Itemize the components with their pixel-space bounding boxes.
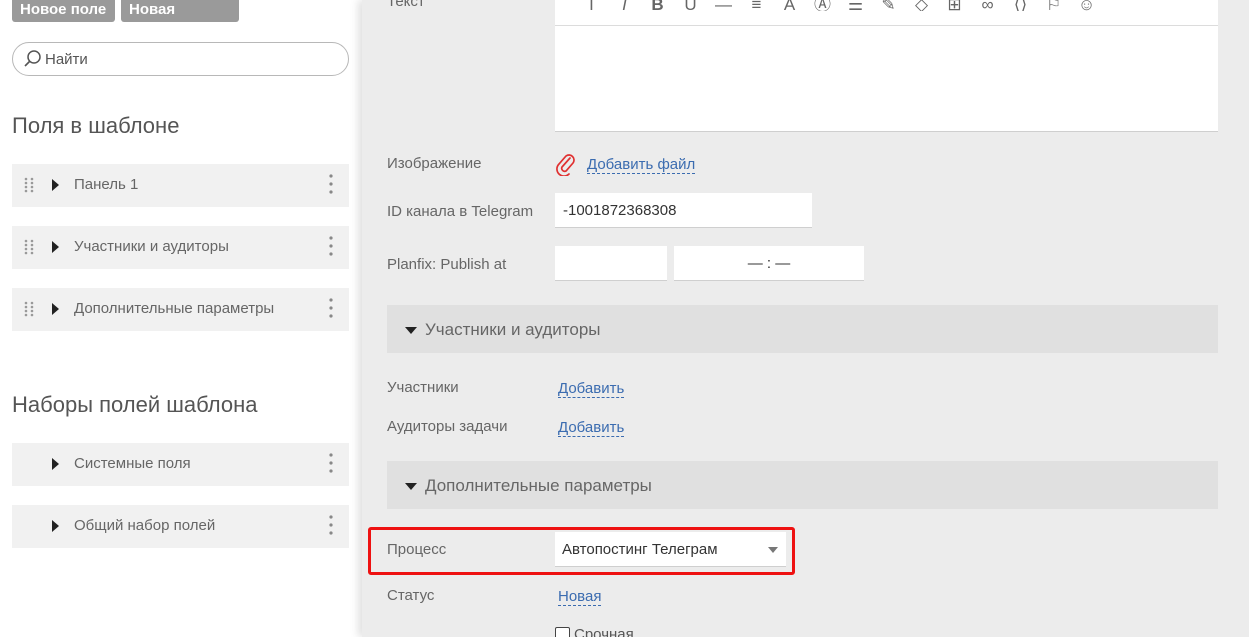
kebab-menu-icon[interactable] [329,236,333,256]
panel-title: Дополнительные параметры [425,476,652,495]
font-size-icon[interactable]: T [577,0,606,11]
drag-handle-icon[interactable] [24,301,34,317]
add-auditor-link[interactable]: Добавить [558,419,625,437]
extra-params-panel-header[interactable]: Дополнительные параметры [387,461,1218,509]
strikethrough-icon[interactable]: — [709,0,738,11]
participants-label: Участники [387,379,459,396]
expand-caret-icon[interactable] [52,179,59,191]
editor-toolbar: T I B U — ≡ A Ⓐ ☰ ✎ ◇ ⊞ ∞ ⟨⟩ ⚐ ☺ [555,0,1218,26]
highlight-box [368,527,795,575]
template-sidebar: Новое поле Новая панель Поля в шаблоне П… [0,0,362,637]
template-item-label: Участники и аудиторы [74,238,229,255]
telegram-id-label: ID канала в Telegram [387,203,534,220]
new-field-button[interactable]: Новое поле [12,0,115,22]
drag-handle-icon[interactable] [24,239,34,255]
participants-panel-header[interactable]: Участники и аудиторы [387,305,1218,353]
urgent-label: Срочная [574,626,634,637]
image-field-label: Изображение [387,155,482,172]
format-painter-icon[interactable]: ✎ [874,0,903,11]
set-item-system-fields[interactable]: Системные поля [12,443,349,486]
auditors-label: Аудиторы задачи [387,418,508,435]
expand-caret-icon[interactable] [52,303,59,315]
panel-title: Участники и аудиторы [425,320,601,339]
telegram-id-input[interactable]: -1001872368308 [555,193,812,228]
set-item-label: Системные поля [74,455,191,472]
add-file-link[interactable]: Добавить файл [587,156,696,174]
search-input[interactable] [45,50,325,68]
link-icon[interactable]: ∞ [973,0,1002,11]
add-participant-link[interactable]: Добавить [558,380,625,398]
template-fields-title: Поля в шаблоне [12,113,180,138]
set-item-label: Общий набор полей [74,517,216,534]
template-item-panel-1[interactable]: Панель 1 [12,164,349,207]
expand-caret-icon[interactable] [52,458,59,470]
expand-caret-icon[interactable] [52,241,59,253]
collapse-caret-icon[interactable] [405,327,417,334]
expand-caret-icon[interactable] [52,520,59,532]
new-panel-button[interactable]: Новая панель [121,0,239,46]
publish-date-input[interactable] [555,246,667,281]
template-item-label: Панель 1 [74,176,139,193]
bold-icon[interactable]: B [643,0,672,11]
underline-icon[interactable]: U [676,0,705,11]
eraser-icon[interactable]: ◇ [907,0,936,11]
paperclip-icon[interactable] [555,152,577,176]
status-link[interactable]: Новая [558,588,602,606]
text-field-label: Текст [387,0,425,10]
collapse-caret-icon[interactable] [405,483,417,490]
publish-time-input[interactable]: — : — [674,246,864,281]
search-box[interactable] [12,42,349,76]
kebab-menu-icon[interactable] [329,453,333,473]
align-icon[interactable]: ≡ [742,0,771,11]
urgent-checkbox[interactable] [555,627,570,637]
text-color-icon[interactable]: A [775,0,804,11]
template-item-extra-params[interactable]: Дополнительные параметры [12,288,349,331]
set-item-common-fields[interactable]: Общий набор полей [12,505,349,548]
code-icon[interactable]: ⟨⟩ [1006,0,1035,11]
field-sets-title: Наборы полей шаблона [12,392,258,417]
publish-at-label: Planfix: Publish at [387,256,507,273]
status-label: Статус [387,587,435,604]
bookmark-icon[interactable]: ⚐ [1039,0,1068,11]
table-icon[interactable]: ⊞ [940,0,969,11]
kebab-menu-icon[interactable] [329,298,333,318]
template-item-participants[interactable]: Участники и аудиторы [12,226,349,269]
list-icon[interactable]: ☰ [841,0,870,11]
kebab-menu-icon[interactable] [329,174,333,194]
emoji-icon[interactable]: ☺ [1072,0,1101,11]
kebab-menu-icon[interactable] [329,515,333,535]
drag-handle-icon[interactable] [24,177,34,193]
template-item-label: Дополнительные параметры [74,300,275,317]
italic-icon[interactable]: I [610,0,639,11]
highlight-icon[interactable]: Ⓐ [808,0,837,11]
search-icon [24,50,41,67]
rich-text-editor[interactable]: T I B U — ≡ A Ⓐ ☰ ✎ ◇ ⊞ ∞ ⟨⟩ ⚐ ☺ [555,0,1218,132]
